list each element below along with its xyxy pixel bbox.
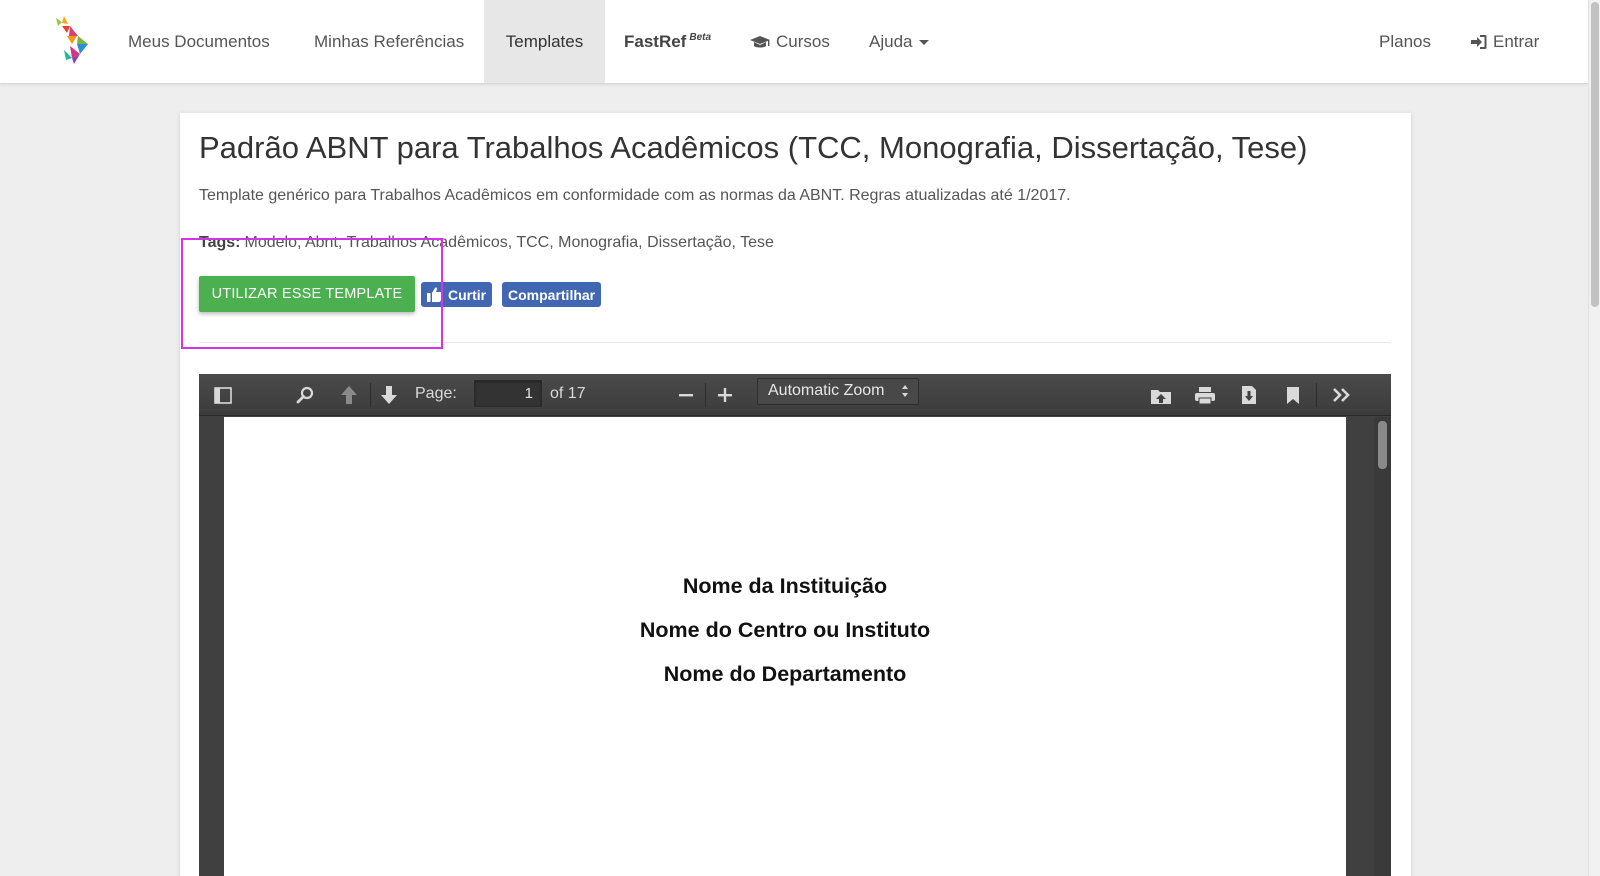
print-icon xyxy=(1195,386,1215,404)
pdf-page: Nome da Instituição Nome do Centro ou In… xyxy=(224,417,1346,876)
minus-icon xyxy=(679,394,693,397)
pdf-institution-name: Nome da Instituição xyxy=(682,574,888,598)
nav-cursos[interactable]: Cursos xyxy=(730,0,850,83)
pdf-toolbar: Page: 1 of 17 Automatic Zoom xyxy=(199,374,1391,416)
nav-fastref[interactable]: FastRef Beta xyxy=(604,0,731,83)
double-chevron-right-icon xyxy=(1333,388,1350,402)
sign-in-icon xyxy=(1471,34,1487,49)
download-button[interactable] xyxy=(1233,374,1265,416)
nav-fastref-label: FastRef xyxy=(624,31,687,51)
tools-button[interactable] xyxy=(1325,374,1359,416)
nav-cursos-label: Cursos xyxy=(776,31,830,51)
page-total: of 17 xyxy=(550,385,586,402)
page-scrollbar-thumb[interactable] xyxy=(1591,2,1599,307)
page-title: Padrão ABNT para Trabalhos Acadêmicos (T… xyxy=(199,130,1308,165)
toolbar-separator xyxy=(370,383,371,407)
nav-templates[interactable]: Templates xyxy=(484,0,605,83)
facebook-share-button[interactable]: Compartilhar xyxy=(502,282,602,307)
bookmark-button[interactable] xyxy=(1277,374,1309,416)
open-file-button[interactable] xyxy=(1145,374,1177,416)
thumbs-up-icon xyxy=(427,287,443,302)
plus-icon xyxy=(718,388,732,402)
graduation-cap-icon xyxy=(750,35,770,47)
nav-planos[interactable]: Planos xyxy=(1359,0,1451,83)
select-arrows-icon xyxy=(902,385,908,397)
bookmark-icon xyxy=(1287,386,1299,404)
pdf-scrollbar[interactable] xyxy=(1374,417,1391,876)
chevron-down-icon xyxy=(919,40,930,45)
template-card: Padrão ABNT para Trabalhos Acadêmicos (T… xyxy=(180,113,1411,876)
sidebar-toggle-icon xyxy=(214,386,232,404)
print-button[interactable] xyxy=(1189,374,1221,416)
download-icon xyxy=(1242,386,1256,404)
nav-fastref-beta-badge: Beta xyxy=(689,32,712,43)
template-tags: Tags: Modelo, Abnt, Trabalhos Acadêmicos,… xyxy=(199,234,774,252)
toolbar-separator xyxy=(705,383,706,407)
brand-logo[interactable] xyxy=(50,14,94,66)
pdf-department-name: Nome do Departamento xyxy=(663,662,907,686)
tags-list: Modelo, Abnt, Trabalhos Acadêmicos, TCC,… xyxy=(244,234,774,251)
template-description: Template genérico para Trabalhos Acadêmi… xyxy=(199,187,1071,204)
nav-meus-documentos[interactable]: Meus Documentos xyxy=(108,0,290,83)
arrow-down-icon xyxy=(381,386,397,404)
pdf-center-name: Nome do Centro ou Instituto xyxy=(639,618,931,642)
nav-templates-label: Templates xyxy=(505,31,584,51)
toggle-sidebar-button[interactable] xyxy=(207,374,239,416)
zoom-select[interactable]: Automatic Zoom xyxy=(757,378,919,405)
brand-logo-icon xyxy=(56,16,88,64)
section-divider xyxy=(199,342,1391,343)
nav-entrar[interactable]: Entrar xyxy=(1451,0,1559,83)
open-file-icon xyxy=(1151,389,1171,404)
arrow-up-icon xyxy=(341,386,357,404)
use-template-button[interactable]: UTILIZAR ESSE TEMPLATE xyxy=(199,276,415,312)
zoom-out-button[interactable] xyxy=(671,374,701,416)
facebook-share-label: Compartilhar xyxy=(508,286,596,303)
pdf-viewer: Page: 1 of 17 Automatic Zoom Nome da Ins… xyxy=(199,374,1391,876)
tags-label: Tags: xyxy=(199,234,241,251)
nav-planos-label: Planos xyxy=(1379,31,1431,51)
nav-meus-documentos-label: Meus Documentos xyxy=(128,31,270,51)
zoom-in-button[interactable] xyxy=(710,374,740,416)
search-icon xyxy=(296,386,314,404)
facebook-like-button[interactable]: Curtir xyxy=(421,282,493,307)
pdf-scrollbar-thumb[interactable] xyxy=(1378,421,1387,469)
top-navbar: Meus Documentos Minhas Referências Templ… xyxy=(0,0,1600,84)
page-scrollbar[interactable] xyxy=(1588,0,1600,876)
facebook-like-label: Curtir xyxy=(448,286,487,303)
page-number-input[interactable]: 1 xyxy=(474,380,542,407)
nav-entrar-label: Entrar xyxy=(1493,31,1540,51)
next-page-button[interactable] xyxy=(373,374,405,416)
find-button[interactable] xyxy=(289,374,321,416)
nav-minhas-referencias[interactable]: Minhas Referências xyxy=(294,0,484,83)
nav-ajuda-label: Ajuda xyxy=(869,31,913,51)
page-label: Page: xyxy=(415,385,457,402)
toolbar-separator xyxy=(1316,383,1317,407)
nav-minhas-referencias-label: Minhas Referências xyxy=(314,31,465,51)
nav-ajuda-dropdown[interactable]: Ajuda xyxy=(849,0,949,83)
zoom-select-value: Automatic Zoom xyxy=(768,382,885,399)
previous-page-button[interactable] xyxy=(333,374,365,416)
